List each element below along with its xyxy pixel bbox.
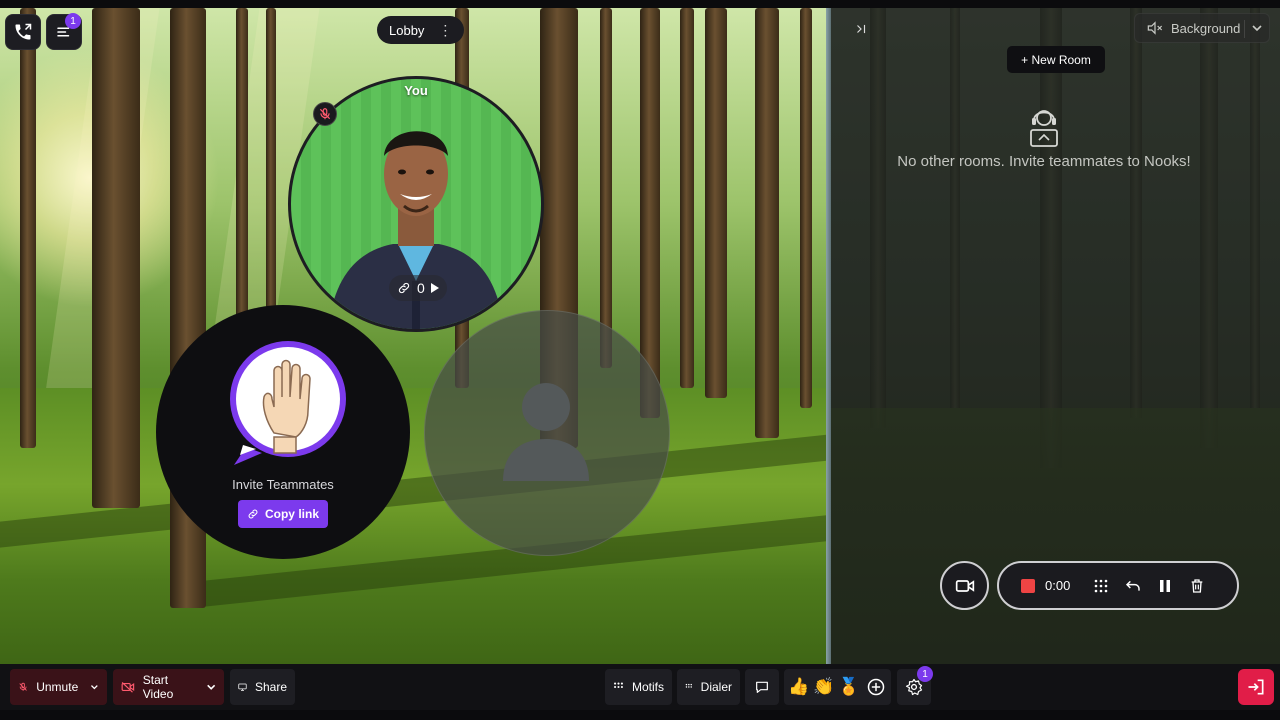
settings-notification-badge: 1	[917, 666, 933, 682]
copy-link-button[interactable]: Copy link	[238, 500, 328, 528]
link-count-chip[interactable]: 0	[389, 275, 447, 301]
video-off-icon	[121, 681, 135, 693]
dots-grid-icon	[614, 682, 623, 689]
muted-indicator	[313, 102, 337, 126]
tree-trunk	[600, 8, 612, 368]
dialer-button[interactable]: Dialer	[677, 669, 740, 705]
copy-link-label: Copy link	[264, 507, 319, 521]
collapse-right-icon	[857, 24, 866, 34]
person-placeholder-icon	[503, 383, 589, 481]
recording-timer: 0:00	[1045, 578, 1071, 593]
bottom-edge	[0, 710, 1280, 720]
background-button[interactable]: Background	[1134, 13, 1270, 43]
button-separator	[1244, 20, 1245, 38]
motifs-button[interactable]: Motifs	[605, 669, 672, 705]
invite-teammates-label: Invite Teammates	[232, 477, 334, 492]
start-video-button[interactable]: Start Video	[113, 669, 224, 705]
unmute-label: Unmute	[36, 680, 79, 694]
empty-seat-bubble[interactable]	[424, 310, 670, 556]
tree-trunk	[20, 8, 36, 448]
new-room-button[interactable]: + New Room	[1007, 46, 1105, 73]
mic-off-icon	[319, 108, 331, 120]
dots-grid-icon	[1094, 579, 1108, 592]
link-icon	[248, 509, 258, 519]
undo-icon	[1125, 580, 1140, 591]
headset-person-icon	[1030, 110, 1058, 147]
add-reaction-button[interactable]	[866, 677, 886, 697]
unmute-button[interactable]: Unmute	[10, 669, 107, 705]
chevron-down-icon[interactable]	[206, 681, 216, 693]
dialer-label: Dialer	[700, 680, 732, 694]
delete-recording-button[interactable]	[1181, 570, 1213, 602]
clap-reaction[interactable]: 👏	[813, 676, 834, 698]
undo-button[interactable]	[1117, 570, 1149, 602]
room-options-icon[interactable]: ⋮	[438, 22, 452, 39]
motifs-label: Motifs	[631, 680, 664, 694]
chevron-down-icon[interactable]	[1251, 20, 1263, 36]
panel-divider[interactable]	[826, 8, 831, 664]
share-label: Share	[254, 680, 287, 694]
grid-button[interactable]	[1085, 570, 1117, 602]
link-icon	[398, 282, 410, 294]
stop-recording-button[interactable]	[1021, 578, 1035, 593]
thumbs-up-reaction[interactable]: 👍	[788, 676, 809, 698]
menu-button[interactable]: 1	[46, 13, 82, 50]
plus-circle-icon	[867, 678, 885, 696]
mic-off-icon	[19, 682, 27, 691]
tree-trunk	[680, 8, 694, 388]
chat-bubble-icon	[756, 681, 768, 693]
top-edge	[0, 0, 1280, 8]
phone-icon	[15, 23, 32, 40]
chevron-down-icon[interactable]	[90, 681, 99, 693]
tree-trunk	[705, 8, 727, 398]
medal-reaction[interactable]: 🏅	[838, 676, 859, 698]
app-window: 1 Lobby ⋮ You 0 Invite Teammates Copy li…	[0, 0, 1280, 720]
tree-trunk	[92, 8, 140, 508]
recording-controls: 0:00	[997, 561, 1239, 610]
play-icon	[430, 283, 439, 293]
exit-icon	[1248, 679, 1264, 695]
speaker-muted-icon	[1147, 21, 1163, 35]
background-label: Background	[1171, 20, 1241, 36]
menu-notification-badge: 1	[65, 13, 81, 29]
chat-button[interactable]	[745, 669, 779, 705]
dialpad-icon	[685, 683, 692, 688]
room-selector[interactable]: Lobby ⋮	[377, 16, 465, 44]
pause-button[interactable]	[1149, 570, 1181, 602]
tree-trunk	[266, 8, 276, 348]
share-screen-button[interactable]: Share	[230, 669, 295, 705]
tree-trunk	[800, 8, 812, 408]
settings-button[interactable]: 1	[897, 666, 933, 705]
pause-icon	[1160, 579, 1170, 592]
leave-room-button[interactable]	[1238, 669, 1274, 705]
camera-record-toggle[interactable]	[940, 561, 989, 610]
no-rooms-message: No other rooms. Invite teammates to Nook…	[897, 153, 1191, 170]
video-camera-icon	[955, 579, 974, 592]
phone-button[interactable]	[5, 14, 41, 50]
monitor-icon	[238, 683, 247, 691]
room-name: Lobby	[389, 22, 425, 38]
collapse-panel-button[interactable]	[850, 18, 872, 40]
self-name-label: You	[404, 83, 428, 98]
waving-hand-icon	[230, 341, 346, 465]
invite-teammates-bubble: Invite Teammates Copy link	[156, 305, 410, 559]
start-video-label: Start Video	[142, 673, 174, 701]
tree-trunk	[755, 8, 779, 438]
trash-icon	[1191, 578, 1203, 593]
link-count-value: 0	[417, 280, 425, 296]
